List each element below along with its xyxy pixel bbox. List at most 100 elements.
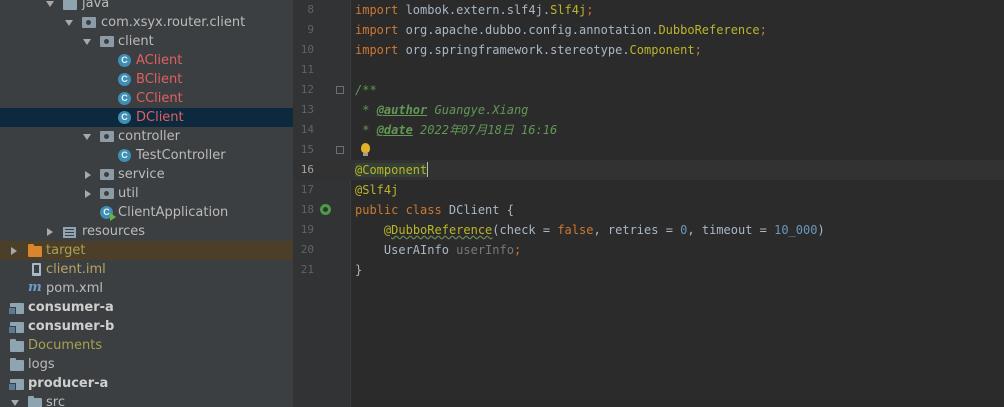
tree-item-clientapplication[interactable]: C ClientApplication: [0, 203, 293, 222]
class-icon: C: [118, 54, 131, 67]
code-line[interactable]: 16 @Component: [294, 160, 1004, 180]
collapse-arrow-icon[interactable]: [83, 134, 91, 140]
tree-item-controller[interactable]: controller: [0, 127, 293, 146]
intention-bulb-icon[interactable]: [361, 143, 370, 156]
collapse-arrow-icon[interactable]: [46, 1, 54, 7]
tree-item-consumer-a[interactable]: consumer-a: [0, 298, 293, 317]
tree-item-client-iml[interactable]: client.iml: [0, 260, 293, 279]
collapse-arrow-icon[interactable]: [65, 20, 73, 26]
folder-icon: [10, 339, 24, 352]
tree-item-client[interactable]: client: [0, 32, 293, 51]
code-token: }: [355, 263, 363, 277]
tree-item-testcontroller[interactable]: C TestController: [0, 146, 293, 165]
line-number: 14: [300, 123, 314, 136]
tree-item-src[interactable]: src: [0, 393, 293, 407]
tree-item-resources[interactable]: resources: [0, 222, 293, 241]
tree-item-label: TestController: [136, 148, 226, 163]
class-icon: C: [118, 73, 131, 86]
expand-arrow-icon[interactable]: [85, 171, 91, 179]
tree-item-java[interactable]: java: [0, 0, 293, 13]
tree-item-service[interactable]: service: [0, 165, 293, 184]
code-token: 10_000: [774, 223, 818, 237]
tree-item-producer-a[interactable]: producer-a: [0, 374, 293, 393]
code-line[interactable]: 12 /**: [294, 80, 1004, 100]
code-text: }: [355, 260, 362, 280]
tree-item-label: AClient: [136, 53, 183, 68]
code-text: import org.apache.dubbo.config.annotatio…: [355, 20, 767, 40]
folder-icon: [28, 396, 42, 407]
line-number: 17: [300, 183, 314, 196]
code-line[interactable]: 8 import lombok.extern.slf4j.Slf4j;: [294, 0, 1004, 20]
code-line[interactable]: 17 @Slf4j: [294, 180, 1004, 200]
code-line[interactable]: 10 import org.springframework.stereotype.…: [294, 40, 1004, 60]
collapse-arrow-icon[interactable]: [11, 400, 19, 406]
code-token: DClient {: [441, 203, 514, 217]
code-text: public class DClient {: [355, 200, 514, 220]
line-number: 18: [300, 203, 314, 216]
code-token: (check =: [492, 223, 558, 237]
folder-icon: [10, 358, 24, 371]
fold-marker-icon[interactable]: [336, 86, 344, 94]
code-line[interactable]: 14 * @date 2022年07月18日 16:16: [294, 120, 1004, 140]
code-token: public class: [355, 203, 442, 217]
excluded-folder-icon: [28, 244, 42, 257]
code-line[interactable]: 19 @DubboReference(check = false, retrie…: [294, 220, 1004, 240]
code-line[interactable]: 15 */: [294, 140, 1004, 160]
tree-item-util[interactable]: util: [0, 184, 293, 203]
code-text: * @author Guangye.Xiang: [355, 100, 528, 120]
code-token: Guangye.Xiang: [427, 103, 529, 117]
class-icon: C: [118, 149, 131, 162]
code-token: ;: [586, 3, 594, 17]
module-icon: [8, 303, 24, 315]
code-line[interactable]: 13 * @author Guangye.Xiang: [294, 100, 1004, 120]
code-token: ;: [759, 23, 767, 37]
module-icon: [8, 379, 24, 391]
tree-item-label: producer-a: [28, 376, 109, 391]
tree-item-label: client.iml: [46, 262, 106, 277]
spring-boot-class-icon: C: [100, 206, 116, 221]
tree-item-documents[interactable]: Documents: [0, 336, 293, 355]
tree-item-target[interactable]: target: [0, 241, 293, 260]
collapse-arrow-icon[interactable]: [83, 39, 91, 45]
code-editor[interactable]: 8 import lombok.extern.slf4j.Slf4j; 9 impor…: [294, 0, 1004, 407]
folder-icon: [63, 0, 77, 10]
fold-marker-icon[interactable]: [336, 146, 344, 154]
tree-item-consumer-b[interactable]: consumer-b: [0, 317, 293, 336]
package-icon: [82, 17, 96, 28]
tree-item-label: logs: [28, 357, 55, 372]
project-tree-panel[interactable]: java com.xsyx.router.client client C AClient…: [0, 0, 293, 407]
code-token: DubboReference: [391, 223, 493, 237]
code-text: * @date 2022年07月18日 16:16: [355, 120, 557, 140]
tree-item-cclient[interactable]: C CClient: [0, 89, 293, 108]
package-icon: [100, 36, 114, 47]
code-line[interactable]: 11: [294, 60, 1004, 80]
expand-arrow-icon[interactable]: [85, 190, 91, 198]
tree-item-label: consumer-b: [28, 319, 115, 334]
class-icon: C: [118, 92, 131, 105]
code-token: lombok.extern.slf4j.: [398, 3, 551, 17]
tree-item-com-xsyx-router-client[interactable]: com.xsyx.router.client: [0, 13, 293, 32]
code-token: @Component: [355, 163, 428, 177]
expand-arrow-icon[interactable]: [11, 247, 17, 255]
code-line[interactable]: 21}: [294, 260, 1004, 280]
code-token: Component: [629, 43, 695, 57]
line-number: 12: [300, 83, 314, 96]
tree-item-bclient[interactable]: C BClient: [0, 70, 293, 89]
code-line[interactable]: 20 UserAInfo userInfo;: [294, 240, 1004, 260]
code-token: @date: [376, 123, 413, 137]
code-line[interactable]: 18 public class DClient {: [294, 200, 1004, 220]
tree-item-dclient[interactable]: C DClient: [0, 108, 293, 127]
tree-item-pom-xml[interactable]: m pom.xml: [0, 279, 293, 298]
spring-bean-gutter-icon[interactable]: [320, 204, 331, 215]
line-number: 8: [307, 3, 314, 16]
maven-icon: m: [28, 280, 42, 295]
code-line[interactable]: 9 import org.apache.dubbo.config.annotati…: [294, 20, 1004, 40]
tree-item-label: BClient: [136, 72, 183, 87]
expand-arrow-icon[interactable]: [47, 228, 53, 236]
line-number: 20: [300, 243, 314, 256]
tree-item-logs[interactable]: logs: [0, 355, 293, 374]
resources-folder-icon: [63, 227, 76, 238]
line-number: 10: [300, 43, 314, 56]
tree-item-aclient[interactable]: C AClient: [0, 51, 293, 70]
